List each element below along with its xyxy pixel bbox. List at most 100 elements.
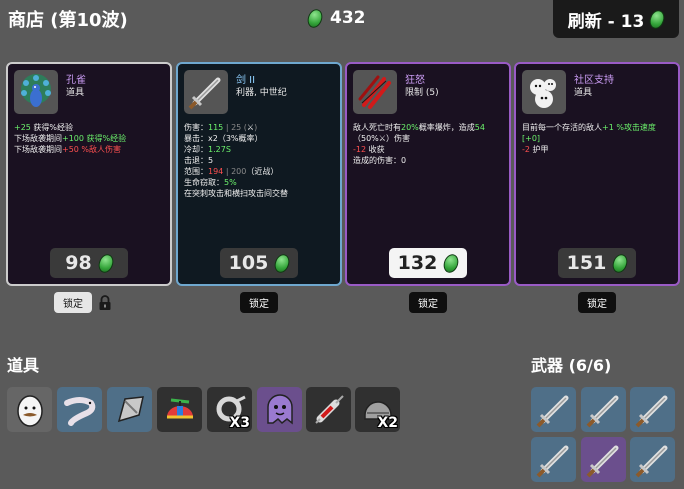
card-description: +25 获得%经验 下场敌袭期间+100 获得%经验 下场敌袭期间+50 %敌人伤害 <box>14 122 166 155</box>
item-slot[interactable] <box>157 387 202 432</box>
description-text: +50 <box>62 145 79 154</box>
description-text: 在突刺攻击和横扫攻击间交替 <box>184 189 288 198</box>
sword-icon <box>635 445 667 477</box>
item-quantity: X3 <box>229 415 250 431</box>
description-line: -12 收获 <box>353 144 505 155</box>
lock-button-2[interactable]: 锁定 <box>240 292 278 313</box>
description-line: [+0] <box>522 133 674 144</box>
shop-card-rage[interactable]: 狂怒 限制 (5) 敌人死亡时有20%概率爆炸，造成54 （50%⚔）伤害 -12 … <box>345 62 511 286</box>
sword-icon <box>536 445 568 477</box>
description-text: 54 <box>474 123 485 132</box>
description-text: （近战） <box>246 167 279 176</box>
description-text: 收获 <box>366 145 385 154</box>
description-line: 下场敌袭期间+50 %敌人伤害 <box>14 144 166 155</box>
description-text: 5% <box>224 178 237 187</box>
shop-title: 商店 (第10波) <box>8 10 128 31</box>
description-line: 目前每一个存活的敌人+1 %攻击速度 <box>522 122 674 133</box>
description-text: 下场敌袭期间 <box>14 145 62 154</box>
sword-icon <box>586 395 618 427</box>
description-text: 20% <box>401 123 419 132</box>
propeller-hat-icon <box>166 398 193 418</box>
syringe-icon <box>314 394 344 424</box>
items-title: 道具 <box>7 356 40 375</box>
card-name: 剑 II <box>236 75 256 86</box>
green-material-icon <box>272 251 293 275</box>
description-text: （50% <box>353 134 379 143</box>
padlock-icon <box>99 295 111 310</box>
card-name: 狂怒 <box>405 75 425 86</box>
reroll-button[interactable]: 刷新 - 13 <box>553 0 679 38</box>
item-slot[interactable] <box>257 387 302 432</box>
description-text: %敌人伤害 <box>78 145 122 154</box>
description-line: 伤害：115 | 25 (⚔) <box>184 122 336 133</box>
buy-price-button[interactable]: 151 <box>558 248 636 278</box>
description-text: 护甲 <box>529 145 549 154</box>
card-type: 道具 <box>66 88 85 98</box>
description-text: 获得%经验 <box>83 134 127 143</box>
description-text: -12 <box>353 145 367 154</box>
item-slot[interactable] <box>7 387 52 432</box>
description-line: 生命窃取：5% <box>184 177 336 188</box>
item-slot[interactable] <box>57 387 102 432</box>
card-type: 道具 <box>574 88 593 98</box>
community-blobs-icon <box>522 70 566 114</box>
description-line: -2 护甲 <box>522 144 674 155</box>
price-value: 98 <box>65 252 92 274</box>
price-value: 151 <box>566 252 607 274</box>
lock-button-4[interactable]: 锁定 <box>578 292 616 313</box>
item-slot[interactable]: X3 <box>207 387 252 432</box>
description-line: +25 获得%经验 <box>14 122 166 133</box>
description-text: 115 <box>208 123 224 132</box>
card-description: 目前每一个存活的敌人+1 %攻击速度 [+0] -2 护甲 <box>522 122 674 155</box>
metal-blade-icon <box>117 395 144 422</box>
description-line: （50%⚔）伤害 <box>353 133 505 144</box>
egg-mustache-icon <box>16 394 43 427</box>
weapon-slot[interactable] <box>630 387 675 432</box>
description-text: 生命窃取： <box>184 178 224 187</box>
buy-price-button[interactable]: 132 <box>389 248 467 278</box>
gold-amount: 432 <box>330 8 366 28</box>
weapons-title: 武器 (6/6) <box>531 356 612 375</box>
description-text: 目前每一个存活的敌人 <box>522 123 602 132</box>
description-text: +100 <box>62 134 84 143</box>
buy-price-button[interactable]: 105 <box>220 248 298 278</box>
description-text: ）伤害 <box>385 134 410 143</box>
rage-claw-icon <box>353 70 397 114</box>
reroll-label: 刷新 - 13 <box>567 11 645 32</box>
card-description: 伤害：115 | 25 (⚔) 暴击：x2（3%概率） 冷却：1.27S 击退：5 范围… <box>184 122 336 199</box>
description-line: 造成的伤害：0 <box>353 155 505 166</box>
price-value: 105 <box>228 252 269 274</box>
description-line: 下场敌袭期间+100 获得%经验 <box>14 133 166 144</box>
shop-card-sword[interactable]: 剑 II 利器, 中世纪 伤害：115 | 25 (⚔) 暴击：x2（3%概率）冷… <box>176 62 342 286</box>
weapon-slot[interactable] <box>581 387 626 432</box>
description-text: 伤害： <box>184 123 208 132</box>
buy-price-button[interactable]: 98 <box>50 248 128 278</box>
worm-icon <box>63 396 95 426</box>
description-line: 暴击：x2（3%概率） <box>184 133 336 144</box>
description-line: 击退：5 <box>184 155 336 166</box>
item-slot[interactable] <box>107 387 152 432</box>
description-text: +25 <box>14 123 31 132</box>
weapon-slot[interactable] <box>531 387 576 432</box>
description-text: ) <box>254 123 258 132</box>
weapon-slot[interactable] <box>630 437 675 482</box>
card-type: 限制 (5) <box>405 88 439 98</box>
green-material-icon <box>647 7 668 31</box>
description-line: 冷却：1.27S <box>184 144 336 155</box>
item-slot[interactable]: X2 <box>355 387 400 432</box>
green-material-icon <box>610 251 631 275</box>
description-line: 在突刺攻击和横扫攻击间交替 <box>184 188 336 199</box>
lock-button-3[interactable]: 锁定 <box>409 292 447 313</box>
shop-card-community-support[interactable]: 社区支持 道具 目前每一个存活的敌人+1 %攻击速度 [+0] -2 护甲 151 <box>514 62 680 286</box>
sword-icon <box>586 445 618 477</box>
description-line: 敌人死亡时有20%概率爆炸，造成54 <box>353 122 505 133</box>
sword-icon <box>184 70 228 114</box>
description-text: 造成的伤害：0 <box>353 156 407 165</box>
lock-button-1[interactable]: 锁定 <box>54 292 92 313</box>
shop-card-peacock[interactable]: 孔雀 道具 +25 获得%经验 下场敌袭期间+100 获得%经验 下场敌袭期间+50… <box>6 62 172 286</box>
weapon-slot[interactable] <box>531 437 576 482</box>
card-type: 利器, 中世纪 <box>236 88 287 98</box>
item-slot[interactable] <box>306 387 351 432</box>
description-text: [+0] <box>522 134 541 143</box>
weapon-slot[interactable] <box>581 437 626 482</box>
